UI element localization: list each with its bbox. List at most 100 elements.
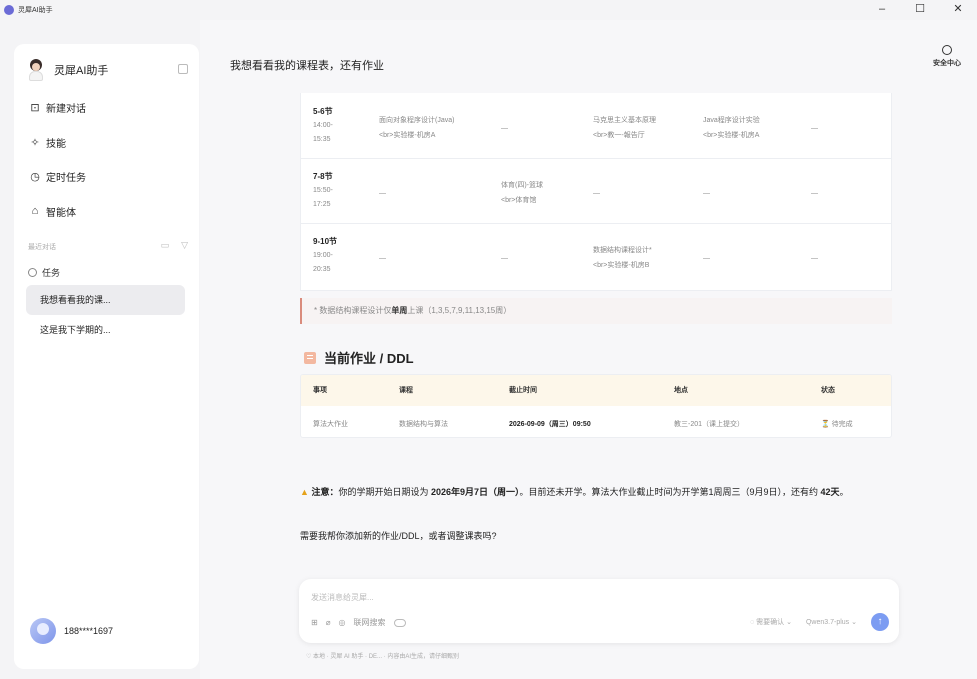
recent-section-header: 最近对话 ▭ ▽ [28,240,188,254]
table-cell: — [593,190,600,197]
warning-date: 2026年9月7日（周一） [430,487,520,497]
hw-item: 算法大作业 [313,421,348,428]
table-cell: — [501,255,508,262]
menu-agents[interactable]: ⌂ 智能体 [28,200,188,222]
time-start: 14:00- [313,122,333,129]
task-label: 任务 [42,268,61,278]
menu-label: 新建对话 [46,103,86,115]
warning-text: 。目前还未开学。算法大作业截止时间为开学第1周周三（9月9日），还有约 [519,487,821,497]
column-header: 截止时间 [509,387,537,394]
menu-scheduled-tasks[interactable]: ◷ 定时任务 [28,165,188,187]
table-cell: — [811,190,818,197]
cell-room: <br>体育馆 [501,197,537,204]
time-end: 17:25 [313,201,331,208]
cell-course: 体育(四)-篮球 [501,182,543,189]
web-search-label: 联网搜索 [353,618,386,627]
cell-room: <br>实验楼-机房A [703,132,760,139]
close-button[interactable]: ✕ [939,0,977,20]
column-header: 地点 [674,387,688,394]
tools-icon[interactable]: ⊞ [311,618,318,627]
note-suffix: 上课（1,3,5,7,9,11,13,15周） [407,306,512,315]
menu-skills[interactable]: ✧ 技能 [28,131,188,153]
sidebar: 灵犀AI助手 ⊡ 新建对话 ✧ 技能 ◷ 定时任务 ⌂ 智能体 最近对话 ▭ ▽… [14,44,199,669]
globe-icon: ◎ [338,618,346,627]
minimize-button[interactable]: – [863,0,901,20]
collapse-sidebar-icon[interactable] [178,64,188,74]
maximize-button[interactable]: ☐ [901,0,939,20]
model-select[interactable]: Qwen3.7-plus ⌄ [806,618,857,626]
cell-room: <br>实验楼-机房A [379,132,436,139]
time-end: 20:35 [313,266,331,273]
warning-icon: ▲ [300,487,309,497]
table-cell: — [703,190,710,197]
menu-new-chat[interactable]: ⊡ 新建对话 [28,96,188,118]
note-prefix: * 数据结构课程设计仅 [314,306,392,315]
send-button[interactable]: ↑ [871,613,889,631]
schedule-note: * 数据结构课程设计仅单周上课（1,3,5,7,9,11,13,15周） [300,298,892,324]
period-label: 5-6节 [313,107,333,116]
period-cell: 9-10节 19:00- 20:35 [313,235,337,277]
table-cell: Java程序设计实验 <br>实验楼-机房A [703,113,760,143]
warning-paragraph: ▲ 注意：你的学期开始日期设为 2026年9月7日（周一）。目前还未开学。算法大… [300,482,892,502]
homework-table: 事项 课程 截止时间 地点 状态 算法大作业 数据结构与算法 2026-09-0… [300,374,892,438]
homework-heading: 当前作业 / DDL [304,348,414,367]
arrow-up-icon: ↑ [877,616,883,627]
note-bold: 单周 [391,306,408,315]
period-label: 9-10节 [313,237,338,246]
cell-course: 马克思主义基本原理 [593,117,656,124]
table-cell: 马克思主义基本原理 <br>教一-報告厅 [593,113,656,143]
schedule-table: 5-6节 14:00- 15:35 面向对象程序设计(Java) <br>实验楼… [300,93,892,291]
filter-icon[interactable]: ▽ [181,240,188,251]
sidebar-header: 灵犀AI助手 [26,58,188,82]
status-badge: ⏳ 待完成 [821,421,853,428]
time-end: 15:35 [313,136,331,143]
attach-icon[interactable]: ⌀ [326,618,331,627]
clock-icon: ◷ [30,170,40,183]
hw-course: 数据结构与算法 [399,421,448,428]
homework-title: 当前作业 / DDL [324,351,414,366]
cell-room: <br>实验楼-机房B [593,262,650,269]
table-cell: 面向对象程序设计(Java) <br>实验楼-机房A [379,113,454,143]
table-cell: — [379,190,386,197]
window-controls: – ☐ ✕ [863,0,977,20]
cell-room: <br>教一-報告厅 [593,132,645,139]
page-title: 我想看看我的课程表，还有作业 [230,60,384,72]
table-cell: 数据结构课程设计* <br>实验楼-机房B [593,243,652,273]
input-options: ◌ 需要确认 ⌄ Qwen3.7-plus ⌄ ↑ [750,613,889,631]
shield-small-icon: ◌ [750,619,755,626]
task-circle-icon [28,268,37,277]
conversation-item[interactable]: 这是我下学期的... [26,315,185,345]
security-center-button[interactable]: 安全中心 [927,45,967,68]
table-cell: 体育(四)-篮球 <br>体育馆 [501,178,543,208]
memo-icon [304,351,316,364]
hw-deadline: 2026-09-09（周三）09:50 [509,421,591,428]
model-label: Qwen3.7-plus [805,619,850,626]
main-panel: 我想看看我的课程表，还有作业 安全中心 5-6节 14:00- 15:35 面向… [200,20,977,679]
user-profile[interactable]: 188****1697 [30,618,113,644]
message-input-box[interactable]: 发送消息给灵犀... ⊞ ⌀ ◎ 联网搜索 ◌ 需要确认 ⌄ Qwen3.7-p… [299,579,899,643]
window-title: 灵犀AI助手 [18,7,53,14]
new-folder-icon[interactable]: ▭ [161,240,170,251]
period-cell: 5-6节 14:00- 15:35 [313,105,333,147]
message-input[interactable]: 发送消息给灵犀... [311,592,374,603]
assistant-avatar-icon [26,59,46,81]
cell-course: Java程序设计实验 [703,117,760,124]
time-start: 19:00- [313,252,333,259]
cell-course: 数据结构课程设计* [593,247,652,254]
confirm-mode-select[interactable]: ◌ 需要确认 ⌄ [750,617,792,627]
table-cell: — [501,125,508,132]
shield-icon [942,45,952,55]
title-bar: 灵犀AI助手 – ☐ ✕ [0,0,977,20]
input-toolbar: ⊞ ⌀ ◎ 联网搜索 [311,617,406,628]
skill-icon: ✧ [30,136,40,149]
menu-label: 智能体 [46,207,76,219]
hw-location: 教三-201（课上提交） [674,421,745,428]
web-search-toggle[interactable] [393,618,406,627]
warning-text: 你的学期开始日期设为 [338,487,431,497]
table-cell: — [379,255,386,262]
task-group[interactable]: 任务 [28,266,60,279]
time-start: 15:50- [313,187,333,194]
warning-label: 注意： [311,487,339,497]
conversation-item-active[interactable]: 我想看看我的课... [26,285,185,315]
menu-label: 技能 [46,138,66,150]
